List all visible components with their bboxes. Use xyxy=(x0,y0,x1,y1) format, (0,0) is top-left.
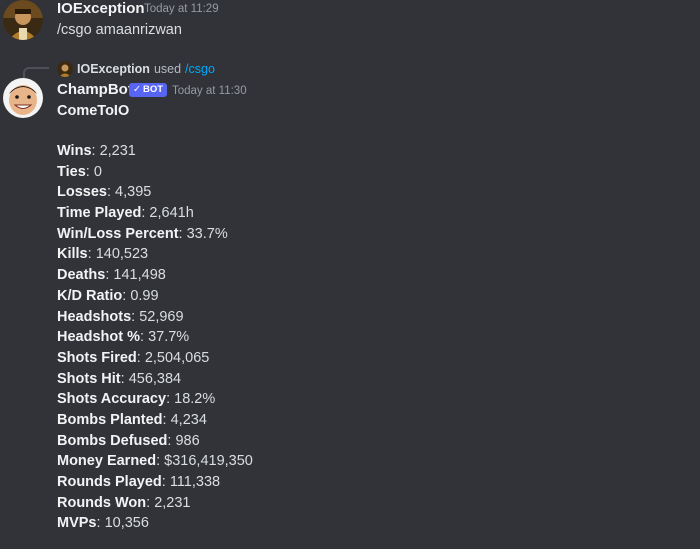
command-reply-header[interactable]: IOException used /csgo xyxy=(57,61,215,77)
stat-separator: : xyxy=(178,225,187,242)
stat-label: Shots Accuracy xyxy=(57,391,167,408)
stat-row: MVPs: 10,356 xyxy=(57,513,253,534)
stat-label: Ties xyxy=(57,163,86,180)
stat-separator: : xyxy=(162,411,171,428)
user-avatar[interactable] xyxy=(3,0,43,40)
stat-value: 4,395 xyxy=(115,184,152,201)
stat-row: Bombs Planted: 4,234 xyxy=(57,410,253,431)
reply-user-avatar xyxy=(57,61,73,77)
stat-value: 4,234 xyxy=(170,411,207,428)
stat-value: 33.7% xyxy=(186,225,228,242)
stat-label: Win/Loss Percent xyxy=(57,225,179,242)
bot-badge-label: BOT xyxy=(142,84,164,95)
bot-name[interactable]: ChampBot xyxy=(57,81,133,98)
stat-label: Shots Fired xyxy=(57,349,137,366)
stat-label: MVPs xyxy=(57,515,97,532)
stat-separator: : xyxy=(136,349,145,366)
stat-value: 140,523 xyxy=(95,246,149,263)
stat-separator: : xyxy=(120,370,129,387)
stat-label: Rounds Played xyxy=(57,474,162,490)
bot-badge: ✓ BOT xyxy=(129,83,168,97)
message-timestamp: Today at 11:30 xyxy=(172,85,247,97)
author-name[interactable]: IOException xyxy=(57,0,145,17)
stat-row: Bombs Defused: 986 xyxy=(57,431,253,452)
message-timestamp: Today at 11:29 xyxy=(144,3,219,15)
stat-label: Rounds Won xyxy=(57,494,147,511)
stat-row: Shots Fired: 2,504,065 xyxy=(57,348,253,369)
stat-row: Kills: 140,523 xyxy=(57,244,253,265)
stat-value: 0 xyxy=(93,163,102,180)
stat-value: 37.7% xyxy=(148,329,190,346)
checkmark-icon: ✓ xyxy=(133,84,141,95)
stat-value: 2,504,065 xyxy=(144,349,210,366)
stat-separator: : xyxy=(161,474,170,490)
stat-value: 141,498 xyxy=(113,267,166,284)
stat-label: Deaths xyxy=(57,267,106,284)
stat-label: Time Played xyxy=(57,205,142,222)
stat-row: Money Earned: $316,419,350 xyxy=(57,451,253,472)
stats-list: Wins: 2,231 Ties: 0 Losses: 4,395 Time Play… xyxy=(57,141,253,534)
stat-separator: : xyxy=(166,391,175,408)
stat-label: Headshots xyxy=(57,308,132,325)
stats-heading: ComeToIO xyxy=(57,103,130,119)
reply-user-name[interactable]: IOException xyxy=(77,62,150,76)
stat-value: 18.2% xyxy=(174,391,216,408)
stat-separator: : xyxy=(156,453,165,470)
stat-label: Money Earned xyxy=(57,453,157,470)
stat-row: Time Played: 2,641h xyxy=(57,203,253,224)
stat-separator: : xyxy=(91,143,100,159)
stat-separator: : xyxy=(96,515,105,532)
stat-separator: : xyxy=(146,494,155,511)
stat-label: K/D Ratio xyxy=(57,287,123,304)
stat-label: Kills xyxy=(57,246,88,263)
stat-label: Wins xyxy=(57,143,92,159)
reply-used-text: used xyxy=(153,62,182,76)
stat-row: K/D Ratio: 0.99 xyxy=(57,286,253,307)
stat-separator: : xyxy=(106,184,116,201)
stat-value: 2,231 xyxy=(99,143,136,159)
stat-row: Headshot %: 37.7% xyxy=(57,327,253,348)
message-ioexception: IOException Today at 11:29 /csgo amaanri… xyxy=(0,0,700,52)
stat-label: Losses xyxy=(57,184,107,201)
message-text: /csgo amaanrizwan xyxy=(57,22,182,38)
stat-value: 52,969 xyxy=(139,308,184,325)
stat-value: 0.99 xyxy=(130,287,159,304)
stat-value: 2,231 xyxy=(154,494,191,511)
stat-row: Rounds Won: 2,231 xyxy=(57,493,253,514)
stat-separator: : xyxy=(140,329,149,346)
stat-separator: : xyxy=(85,163,94,180)
stat-separator: : xyxy=(131,308,140,325)
stat-row: Losses: 4,395 xyxy=(57,182,253,203)
stat-value: 2,641h xyxy=(149,205,194,222)
stat-row: Ties: 0 xyxy=(57,162,253,183)
stat-row: Win/Loss Percent: 33.7% xyxy=(57,224,253,245)
stat-label: Bombs Planted xyxy=(57,411,163,428)
reply-command-link[interactable]: /csgo xyxy=(185,62,215,76)
stat-label: Bombs Defused xyxy=(57,432,168,449)
stat-row: Shots Hit: 456,384 xyxy=(57,369,253,390)
stat-label: Shots Hit xyxy=(57,370,121,387)
stat-value: 456,384 xyxy=(128,370,182,387)
stat-row: Headshots: 52,969 xyxy=(57,307,253,328)
stat-row: Wins: 2,231 xyxy=(57,141,253,162)
stat-value: 10,356 xyxy=(104,515,149,532)
stat-value: $316,419,350 xyxy=(164,453,253,470)
bot-avatar[interactable] xyxy=(3,78,43,118)
stat-separator: : xyxy=(87,246,96,263)
stat-row: Deaths: 141,498 xyxy=(57,265,253,286)
stat-value: 986 xyxy=(175,432,200,449)
stat-row: Rounds Played: 111,338 xyxy=(57,472,253,493)
stat-row: Shots Accuracy: 18.2% xyxy=(57,389,253,410)
stat-value: 111,338 xyxy=(169,474,221,490)
stat-label: Headshot % xyxy=(57,329,140,346)
